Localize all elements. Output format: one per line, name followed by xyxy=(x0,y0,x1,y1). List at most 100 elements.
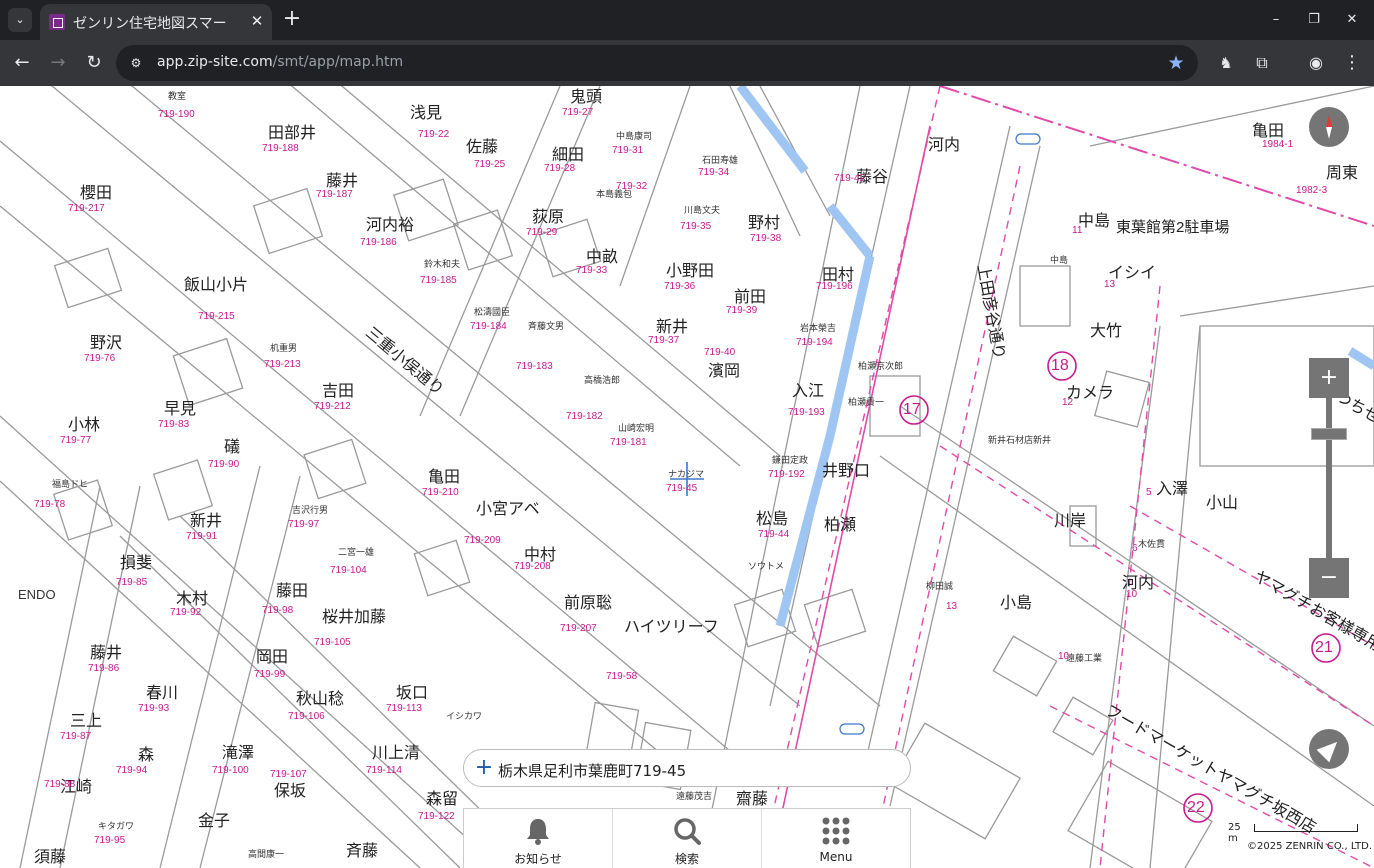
house-label: 小宮アベ xyxy=(476,501,540,518)
house-number: 719-95 xyxy=(94,835,126,846)
house-label: 中畝 xyxy=(586,249,619,266)
house-label: 野村 xyxy=(748,215,781,232)
house-number: 719-35 xyxy=(680,221,712,232)
house-number: 719-208 xyxy=(514,561,551,572)
address-bar[interactable]: ⚙ app.zip-site.com/smt/app/map.htm ★ xyxy=(116,45,1198,81)
news-label: お知らせ xyxy=(514,852,562,866)
tab-search-button[interactable]: ⌄ xyxy=(8,8,32,32)
house-number: 719-37 xyxy=(648,335,680,346)
house-number: 719-99 xyxy=(254,669,286,680)
house-label: 入澤 xyxy=(1156,481,1189,498)
site-info-icon[interactable]: ⚙ xyxy=(126,54,146,72)
menu-button[interactable]: Menu xyxy=(762,809,910,868)
house-label: 周東 xyxy=(1326,165,1359,182)
house-label: 櫻田 xyxy=(80,185,113,202)
forward-icon[interactable]: → xyxy=(46,51,70,75)
house-label: 小林 xyxy=(68,417,101,434)
house-label: 礒 xyxy=(224,439,241,456)
house-number: 719-184 xyxy=(470,321,507,332)
house-label: 入江 xyxy=(792,383,825,400)
new-tab-icon[interactable]: + xyxy=(280,8,304,32)
house-number: 5 xyxy=(1146,487,1152,498)
current-address-box[interactable]: + 栃木県足利市葉鹿町719-45 xyxy=(463,749,911,787)
house-number: 13 xyxy=(1104,279,1116,290)
zoom-out-button[interactable]: − xyxy=(1309,558,1349,598)
house-number: 719-194 xyxy=(796,337,833,348)
zoom-slider-handle[interactable] xyxy=(1311,428,1347,440)
house-label: 佐藤 xyxy=(466,139,499,156)
extension-agent-icon[interactable]: ♞ xyxy=(1214,51,1238,75)
house-number: 719-188 xyxy=(262,143,299,154)
house-number: 719-33 xyxy=(576,265,608,276)
house-label: 木佐貫 xyxy=(1138,539,1166,549)
search-label: 検索 xyxy=(674,852,699,866)
window-close-icon[interactable]: ✕ xyxy=(1340,8,1364,32)
current-address-text: 栃木県足利市葉鹿町719-45 xyxy=(498,762,687,780)
profile-icon[interactable]: ◉ xyxy=(1304,51,1328,75)
house-label: 鎌田定政 xyxy=(772,455,809,465)
zoom-in-button[interactable]: + xyxy=(1309,358,1349,398)
browser-tab[interactable]: ゼンリン住宅地図スマー ✕ xyxy=(40,4,272,40)
house-label: 川上清 xyxy=(372,745,421,762)
compass-icon[interactable] xyxy=(1309,107,1349,147)
house-label: 柏瀬貴一 xyxy=(848,397,885,407)
house-number: 719-186 xyxy=(360,237,397,248)
house-label: 岩本榮吉 xyxy=(800,323,837,333)
house-label: 藤井 xyxy=(90,645,123,662)
house-label: 吉沢行男 xyxy=(292,505,329,515)
house-number: 719-210 xyxy=(422,487,459,498)
bell-icon xyxy=(527,819,549,845)
house-label: 鬼頭 xyxy=(570,89,603,106)
house-label: 高橋浩郎 xyxy=(584,375,621,385)
house-label: キタガワ xyxy=(98,821,135,831)
house-label: 小島 xyxy=(1000,595,1033,612)
url-text[interactable]: app.zip-site.com/smt/app/map.htm xyxy=(157,54,403,70)
house-number: 719-182 xyxy=(566,411,603,422)
more-menu-icon[interactable]: ⋮ xyxy=(1340,51,1364,75)
house-number: 10 xyxy=(1126,589,1138,600)
house-label: ソウトメ xyxy=(748,561,785,571)
house-number: 719-40 xyxy=(704,347,736,358)
back-icon[interactable]: ← xyxy=(10,51,34,75)
reload-icon[interactable]: ↻ xyxy=(82,51,106,75)
house-label: 藤井 xyxy=(326,173,359,190)
house-number: 719-114 xyxy=(366,765,402,776)
zoom-slider-track[interactable] xyxy=(1326,398,1332,558)
house-label: 須藤 xyxy=(34,849,67,866)
house-label: 新井 xyxy=(656,319,689,336)
house-number: 719-45 xyxy=(666,483,698,494)
house-label: 齋藤 xyxy=(736,791,769,808)
house-number: 719-185 xyxy=(420,275,457,286)
house-label: 二宮一雄 xyxy=(338,547,375,557)
house-label: 斉藤文男 xyxy=(528,321,565,331)
house-number: 11 xyxy=(1072,225,1083,236)
house-label: カメラ xyxy=(1066,385,1115,402)
house-label: 中島 xyxy=(1050,255,1069,265)
extensions-puzzle-icon[interactable]: ⧉ xyxy=(1250,51,1274,75)
house-number: 719-32 xyxy=(616,181,648,192)
restore-icon[interactable]: ❐ xyxy=(1302,8,1326,32)
house-label: 損斐 xyxy=(120,555,153,572)
house-label: 荻原 xyxy=(532,209,565,226)
current-location-icon[interactable] xyxy=(1309,729,1349,769)
house-label: 浅見 xyxy=(410,105,443,122)
house-label: 中島康司 xyxy=(616,131,653,141)
house-number: 719-92 xyxy=(170,607,202,618)
tab-title: ゼンリン住宅地図スマー xyxy=(73,16,227,31)
house-label: 大竹 xyxy=(1090,323,1123,340)
house-number: 719-209 xyxy=(464,535,501,546)
house-number: 719-87 xyxy=(60,731,92,742)
minimize-icon[interactable]: – xyxy=(1264,8,1288,32)
house-number: 719-86 xyxy=(88,663,120,674)
tab-close-icon[interactable]: ✕ xyxy=(247,11,267,31)
news-button[interactable]: お知らせ xyxy=(464,809,613,868)
house-number: 719-42 xyxy=(834,173,866,184)
house-label: 森 xyxy=(138,747,155,764)
house-label: 川岸 xyxy=(1054,513,1087,530)
bookmark-star-icon[interactable]: ★ xyxy=(1164,51,1188,75)
house-number: 719-25 xyxy=(474,159,506,170)
search-button[interactable]: 検索 xyxy=(613,809,762,868)
house-number: 719-113 xyxy=(386,703,422,714)
house-label: ナカジマ xyxy=(668,469,705,479)
house-number: 719-94 xyxy=(116,765,148,776)
